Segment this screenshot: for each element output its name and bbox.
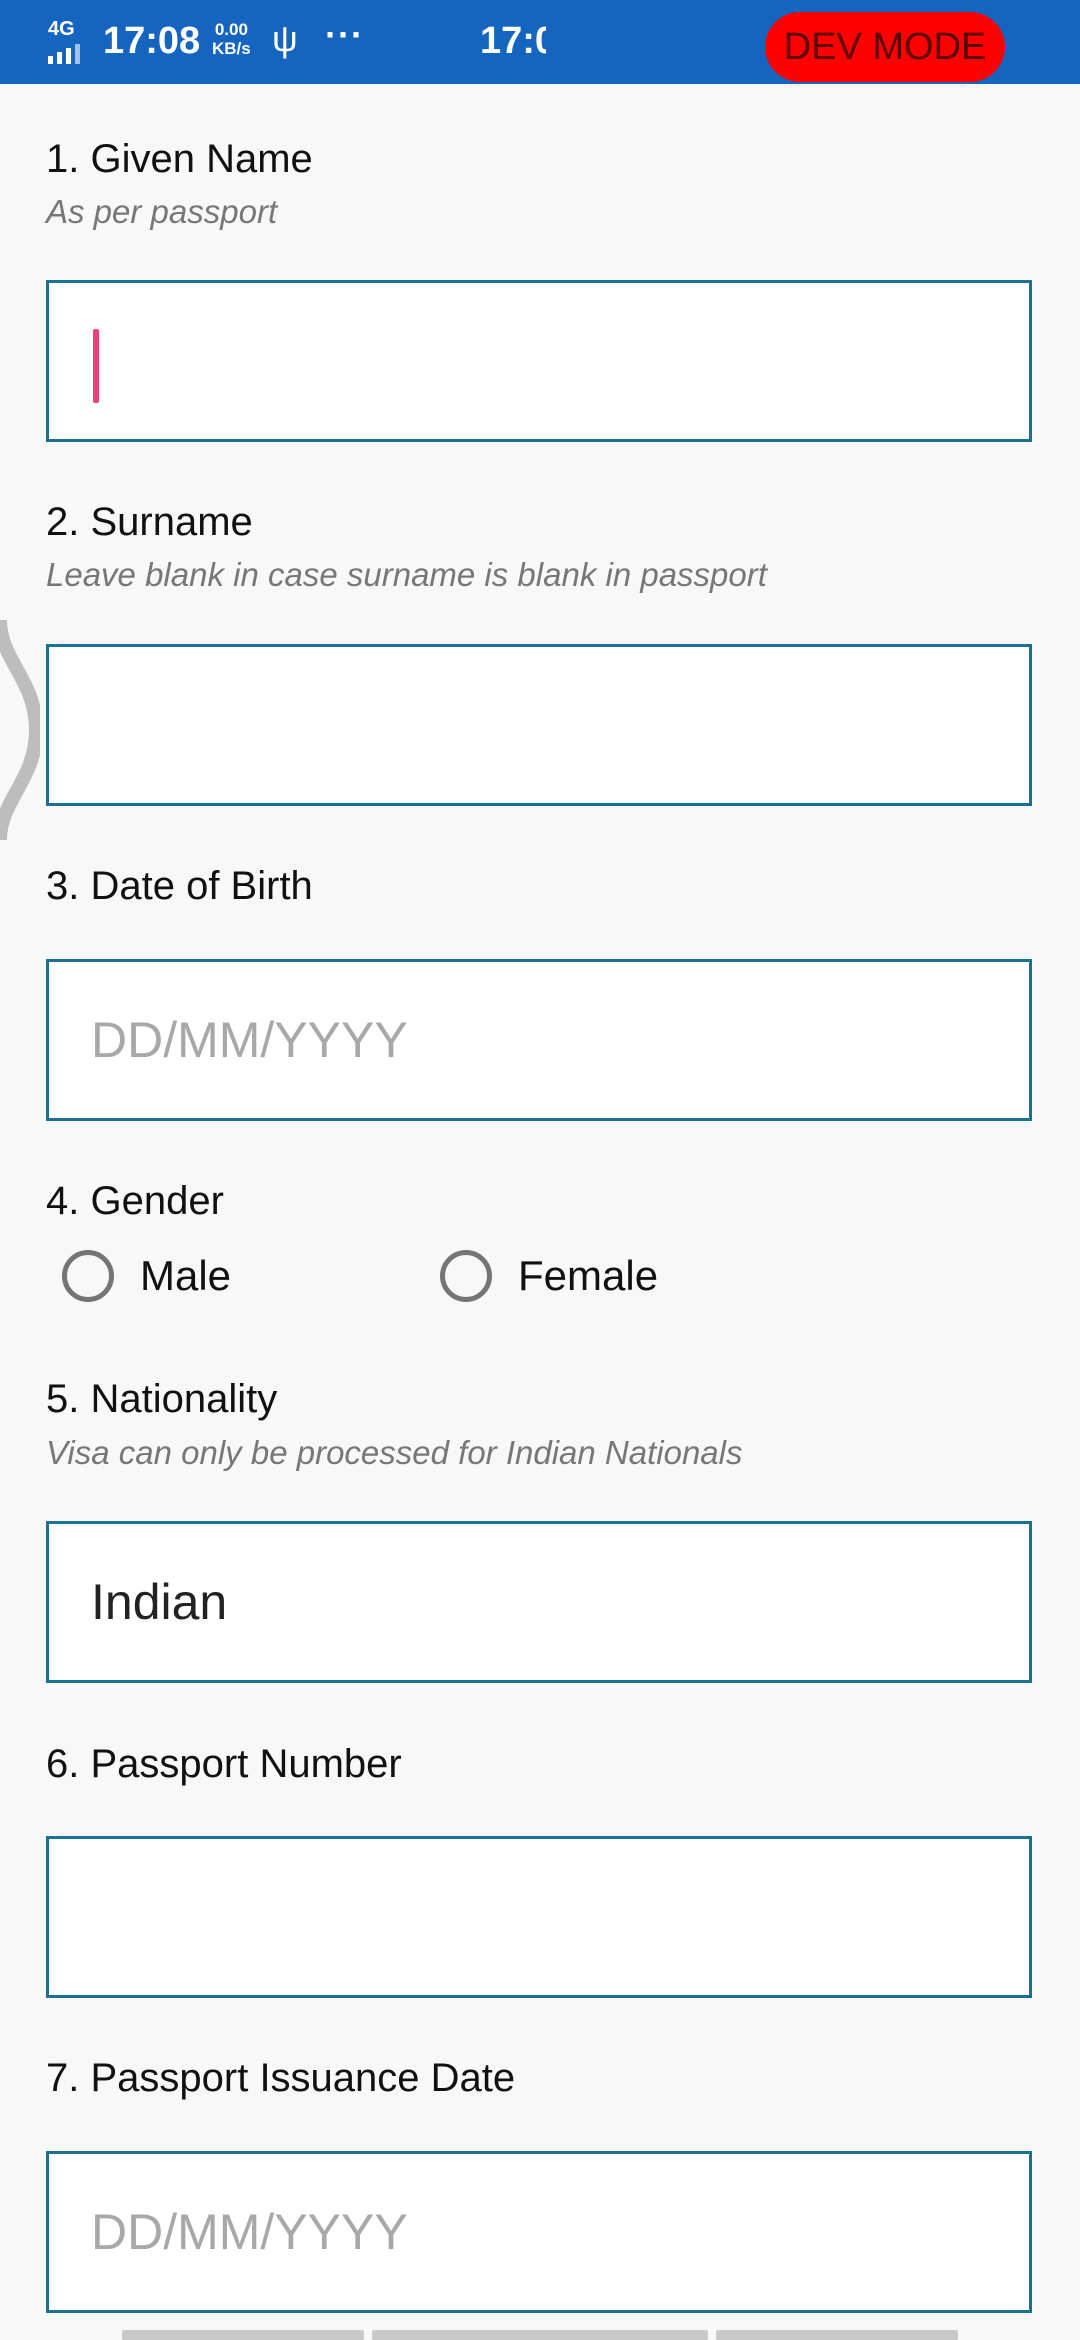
text-caret: [93, 329, 99, 403]
surname-field[interactable]: [46, 644, 1032, 806]
surname-hint: Leave blank in case surname is blank in …: [46, 556, 767, 593]
passport-number-input[interactable]: [49, 1839, 1029, 1995]
date-of-birth-label: 3. Date of Birth: [46, 864, 313, 908]
more-notifications-icon: ···: [325, 14, 364, 55]
gender-option-label: Female: [518, 1252, 659, 1299]
status-bar: 4G 17:08 0.00 KB/s ψ ··· 17:0 DEV MODE: [0, 0, 1080, 84]
date-of-birth-input[interactable]: [49, 962, 1029, 1118]
network-speed: 0.00 KB/s: [212, 20, 251, 58]
gender-option-label: Male: [140, 1252, 232, 1299]
radio-unchecked-icon[interactable]: [440, 1250, 492, 1302]
passport-issuance-date-input[interactable]: [49, 2154, 1029, 2310]
bottom-tab-right[interactable]: [716, 2330, 958, 2340]
surname-label: 2. Surname: [46, 500, 253, 544]
date-of-birth-field[interactable]: [46, 959, 1032, 1121]
clock-duplicate: 17:0: [480, 20, 546, 62]
speed-unit: KB/s: [212, 39, 251, 58]
dev-mode-badge[interactable]: DEV MODE: [765, 12, 1005, 82]
signal-icon: 4G: [46, 18, 90, 64]
bottom-tab-middle[interactable]: [372, 2330, 708, 2340]
nationality-label: 5. Nationality: [46, 1377, 278, 1421]
nationality-input[interactable]: [49, 1524, 1029, 1680]
gender-label: 4. Gender: [46, 1179, 224, 1223]
surname-input[interactable]: [49, 647, 1029, 803]
given-name-field[interactable]: [46, 280, 1032, 442]
passport-number-label: 6. Passport Number: [46, 1742, 402, 1786]
speed-value: 0.00: [214, 20, 248, 39]
given-name-label: 1. Given Name: [46, 137, 313, 181]
network-type: 4G: [48, 18, 75, 40]
given-name-hint: As per passport: [46, 193, 278, 230]
given-name-input[interactable]: [49, 283, 1029, 439]
passport-number-field[interactable]: [46, 1836, 1032, 1998]
gender-radio-male[interactable]: Male: [62, 1250, 231, 1302]
radio-unchecked-icon[interactable]: [62, 1250, 114, 1302]
nationality-field[interactable]: [46, 1521, 1032, 1683]
passport-issuance-date-label: 7. Passport Issuance Date: [46, 2056, 516, 2100]
edge-panel-handle-icon[interactable]: [0, 620, 40, 840]
nationality-hint: Visa can only be processed for Indian Na…: [46, 1434, 743, 1471]
clock: 17:08: [103, 20, 201, 62]
usb-icon: ψ: [272, 18, 298, 59]
gender-radio-female[interactable]: Female: [440, 1250, 658, 1302]
passport-issuance-date-field[interactable]: [46, 2151, 1032, 2313]
bottom-tab-left[interactable]: [122, 2330, 364, 2340]
